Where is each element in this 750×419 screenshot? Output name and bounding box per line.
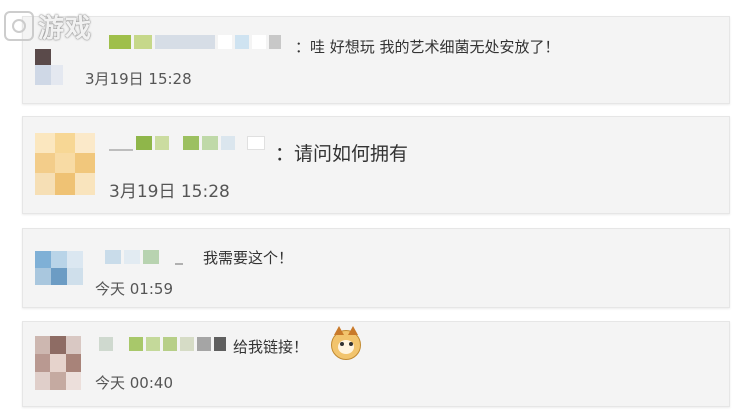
username[interactable]	[109, 135, 265, 151]
comment-text: 我需要这个！	[203, 249, 294, 267]
comment-card: 我需要这个！ 今天 01:59	[22, 228, 730, 308]
username[interactable]	[105, 249, 183, 265]
comment-card: 给我链接！ 今天 00:40	[22, 321, 730, 407]
comment-text: ：请问如何拥有	[275, 143, 409, 165]
comment-list: ：哇 好想玩 我的艺术细菌无处安放了！ 3月19日 15:28 ：请问如何拥有 …	[0, 0, 750, 419]
avatar[interactable]	[31, 47, 67, 87]
comment-time: 今天 01:59	[95, 280, 173, 298]
avatar[interactable]	[35, 133, 95, 195]
avatar[interactable]	[35, 336, 81, 390]
watermark-logo-icon	[4, 11, 34, 41]
avatar[interactable]	[35, 251, 83, 285]
username[interactable]	[109, 34, 281, 50]
site-watermark: 游戏	[4, 4, 112, 48]
comment-time: 3月19日 15:28	[85, 70, 192, 88]
comment-text: 给我链接！	[233, 338, 309, 356]
comment-time: 今天 00:40	[95, 374, 173, 392]
cat-face-icon	[331, 326, 361, 360]
comment-card: ：请问如何拥有 3月19日 15:28	[22, 116, 730, 214]
watermark-text: 游戏	[38, 13, 93, 44]
comment-time: 3月19日 15:28	[109, 182, 230, 202]
comment-text: ：哇 好想玩 我的艺术细菌无处安放了！	[295, 38, 560, 56]
comment-card: ：哇 好想玩 我的艺术细菌无处安放了！ 3月19日 15:28	[22, 16, 730, 104]
username[interactable]	[99, 336, 226, 352]
